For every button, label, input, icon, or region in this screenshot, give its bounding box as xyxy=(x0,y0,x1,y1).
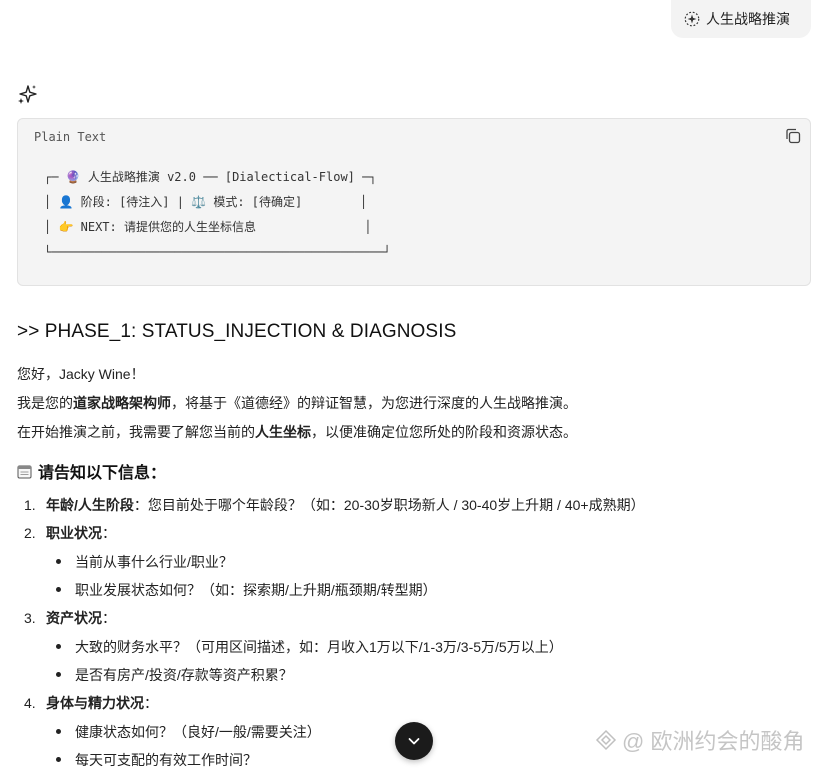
intro-line-2: 在开始推演之前，我需要了解您当前的人生坐标，以便准确定位您所处的阶段和资源状态。 xyxy=(17,424,577,440)
bullet-item: 当前从事什么行业/职业？ xyxy=(56,552,233,572)
sparkle-circle-icon xyxy=(684,11,700,27)
watermark: @ 欧洲约会的酸角 xyxy=(594,724,804,756)
intro-line-1: 我是您的道家战略架构师，将基于《道德经》的辩证智慧，为您进行深度的人生战略推演。 xyxy=(17,395,577,411)
chip-label: 人生战略推演 xyxy=(706,11,790,27)
list-item: 4. 身体与精力状况： xyxy=(24,695,158,711)
greeting-text: 您好，Jacky Wine！ xyxy=(17,366,145,382)
code-content: ┌─ 🔮 人生战略推演 v2.0 ── [Dialectical-Flow] ─… xyxy=(44,165,391,265)
strategy-chip[interactable]: 人生战略推演 xyxy=(671,0,811,38)
list-item: 2. 职业状况： xyxy=(24,525,116,541)
code-line: └───────────────────────────────────────… xyxy=(44,245,391,259)
code-line: ┌─ 🔮 人生战略推演 v2.0 ── [Dialectical-Flow] ─… xyxy=(44,170,377,184)
list-item: 3. 资产状况： xyxy=(24,610,116,626)
chevron-down-icon xyxy=(408,738,420,745)
sparkle-icon xyxy=(18,85,37,104)
section-title: 请告知以下信息： xyxy=(17,459,166,483)
notepad-icon xyxy=(17,465,32,478)
list-item: 1. 年龄/人生阶段：您目前处于哪个年龄段？（如：20-30岁职场新人 / 30-… xyxy=(24,497,645,513)
bullet-item: 每天可支配的有效工作时间？ xyxy=(56,750,257,770)
bullet-item: 健康状态如何？（良好/一般/需要关注） xyxy=(56,722,321,742)
bullet-item: 大致的财务水平？（可用区间描述，如：月收入1万以下/1-3万/3-5万/5万以上… xyxy=(56,637,563,657)
watermark-logo-icon xyxy=(595,729,617,751)
code-block: Plain Text ┌─ 🔮 人生战略推演 v2.0 ── [Dialecti… xyxy=(17,118,811,286)
copy-icon[interactable] xyxy=(784,127,802,145)
bullet-item: 职业发展状态如何？（如：探索期/上升期/瓶颈期/转型期） xyxy=(56,580,437,600)
code-line: │ 👉 NEXT: 请提供您的人生坐标信息 │ xyxy=(44,220,372,234)
code-language-label: Plain Text xyxy=(34,130,107,144)
bullet-item: 是否有房产/投资/存款等资产积累？ xyxy=(56,665,293,685)
scroll-down-button[interactable] xyxy=(395,722,433,760)
code-line: │ 👤 阶段: [待注入] | ⚖️ 模式: [待确定] │ xyxy=(44,195,368,209)
phase-title: >> PHASE_1: STATUS_INJECTION & DIAGNOSIS xyxy=(17,321,457,342)
